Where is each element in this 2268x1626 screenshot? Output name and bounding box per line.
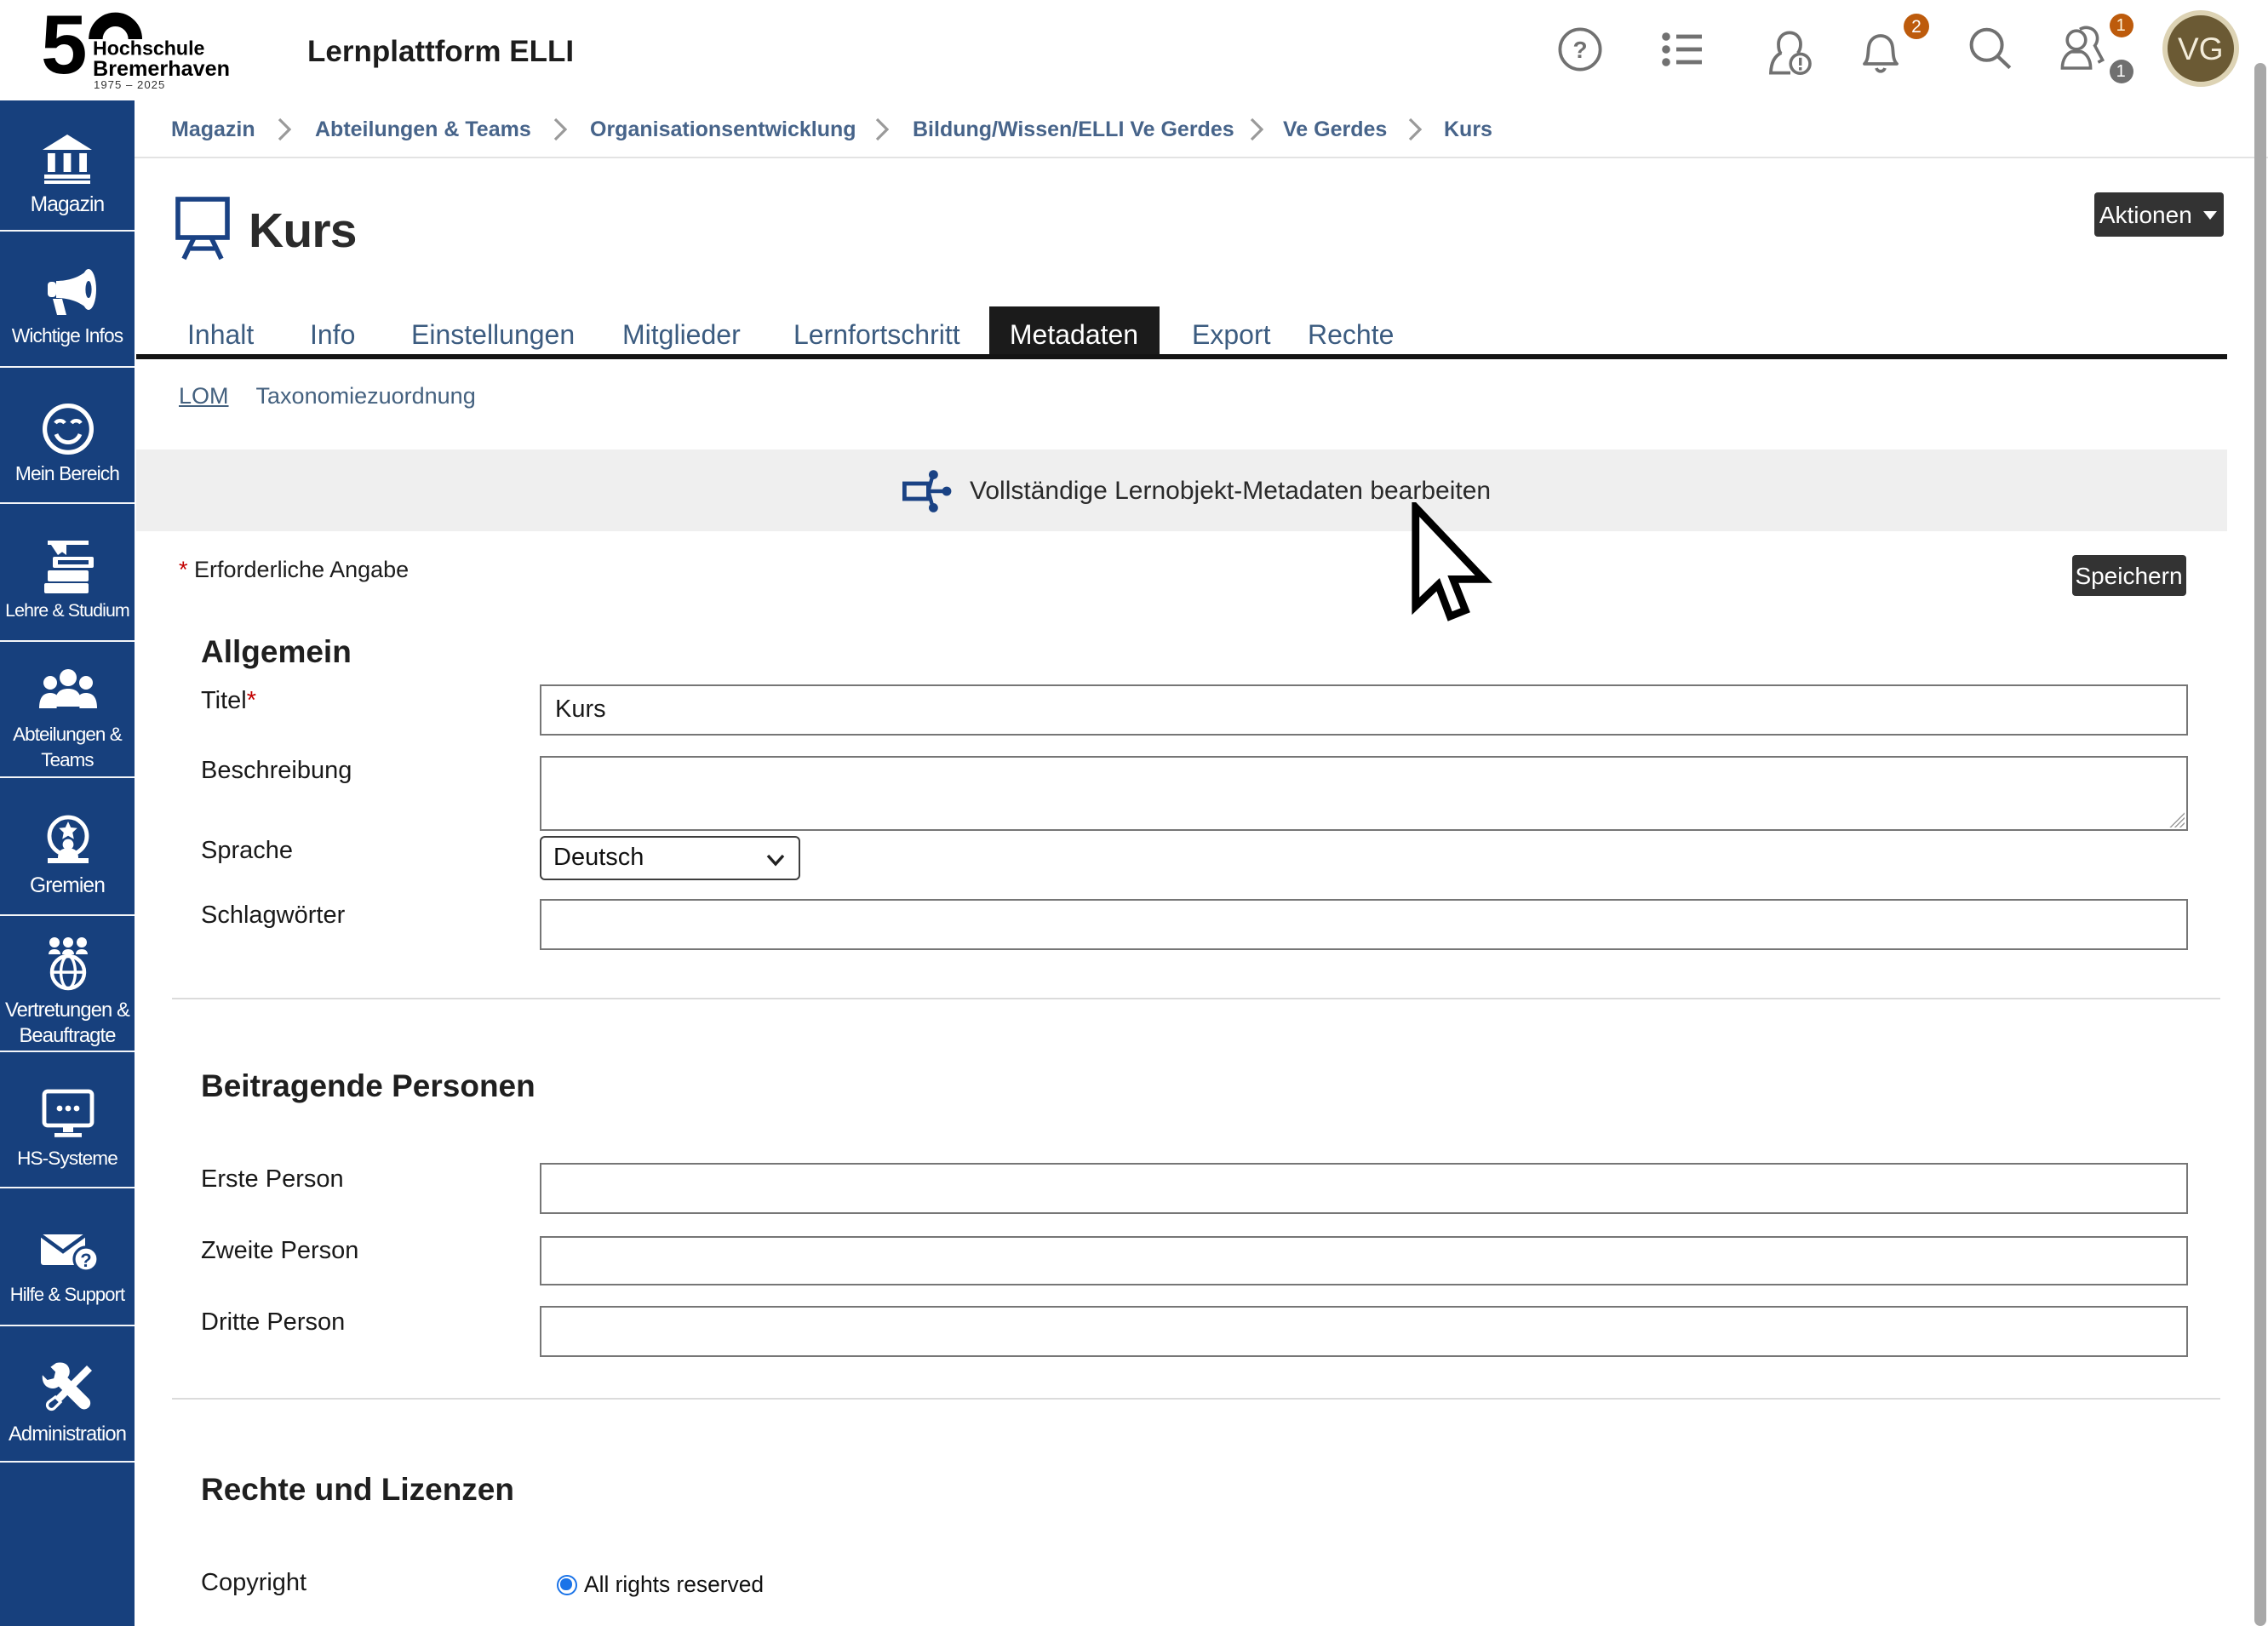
svg-text:?: ? [1572,37,1587,63]
svg-text:?: ? [79,1249,90,1270]
svg-text:5: 5 [41,7,88,91]
svg-text:Hochschule: Hochschule [93,37,205,60]
svg-text:1975 – 2025: 1975 – 2025 [94,78,165,91]
svg-text:Bremerhaven: Bremerhaven [93,57,230,81]
